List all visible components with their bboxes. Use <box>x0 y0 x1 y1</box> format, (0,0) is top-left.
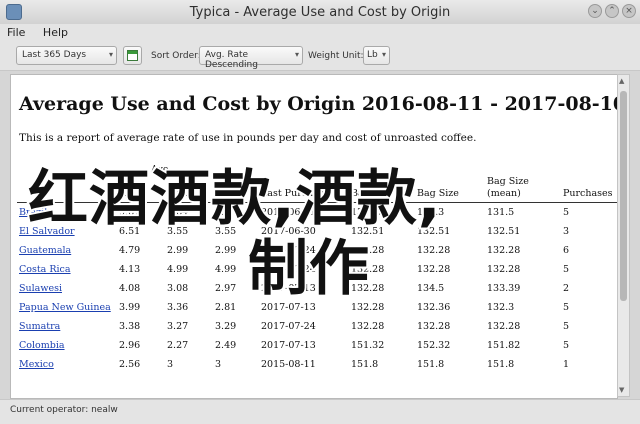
minimize-icon[interactable]: ⌄ <box>588 4 602 18</box>
table-cell: 2.96 <box>119 340 141 351</box>
title-bar: Typica - Average Use and Cost by Origin … <box>0 0 640 25</box>
table-cell: 3.29 <box>215 321 237 332</box>
table-cell: 132.28 <box>417 245 451 256</box>
table-cell: 2015-08-11 <box>261 359 316 370</box>
table-cell: 3.99 <box>119 302 141 313</box>
close-icon[interactable]: × <box>622 4 636 18</box>
table-cell: 2.56 <box>119 359 141 370</box>
column-header: Purchases <box>561 175 617 203</box>
menu-help[interactable]: Help <box>36 24 75 41</box>
table-cell: 5 <box>563 207 570 218</box>
window-title: Typica - Average Use and Cost by Origin <box>189 5 451 20</box>
origin-link[interactable]: Guatemala <box>17 241 117 260</box>
table-cell: 132.28 <box>417 264 451 275</box>
table-cell: 151.8 <box>417 359 445 370</box>
table-cell: 3.36 <box>167 302 189 313</box>
date-range-value: Last 365 Days <box>22 50 87 60</box>
sort-order-value: Avg. Rate Descending <box>205 50 258 70</box>
table-cell: 133.39 <box>487 283 521 294</box>
maximize-icon[interactable]: ⌃ <box>605 4 619 18</box>
table-cell: 131.5 <box>487 207 515 218</box>
scroll-up-icon[interactable]: ▲ <box>619 77 624 85</box>
table-cell: 2.49 <box>215 340 237 351</box>
table-cell: 2.27 <box>167 340 189 351</box>
toolbar: Last 365 Days ▾ Sort Order: Avg. Rate De… <box>0 42 640 71</box>
table-cell: 151.32 <box>351 340 385 351</box>
weight-unit-label: Weight Unit: <box>308 51 364 61</box>
weight-unit-value: Lb <box>367 50 378 60</box>
table-cell: 6 <box>563 245 570 256</box>
table-cell: 2 <box>563 283 570 294</box>
table-cell: 4.08 <box>119 283 141 294</box>
table-cell: 132.28 <box>487 245 521 256</box>
table-cell: 4.99 <box>167 264 189 275</box>
weight-unit-select[interactable]: Lb ▾ <box>363 46 390 65</box>
sort-order-label: Sort Order: <box>151 51 201 61</box>
menu-bar: File Help <box>0 24 640 42</box>
table-cell: 151.8 <box>487 359 515 370</box>
origin-link[interactable]: Sulawesi <box>17 279 117 298</box>
scroll-down-icon[interactable]: ▼ <box>619 386 624 394</box>
status-bar: Current operator: nealw <box>0 399 640 424</box>
chevron-down-icon: ▾ <box>294 50 299 59</box>
table-cell: 132.28 <box>487 321 521 332</box>
table-cell: 3 <box>167 359 174 370</box>
origin-link[interactable]: Costa Rica <box>17 260 117 279</box>
table-cell: 132.28 <box>487 264 521 275</box>
table-row: Mexico 2.56 3 3 2015-08-11 151.8 151.8 151.8 1 <box>17 355 617 374</box>
table-cell: 5 <box>563 340 570 351</box>
menu-file[interactable]: File <box>0 24 32 41</box>
report-description: This is a report of average rate of use … <box>19 132 477 144</box>
date-range-select[interactable]: Last 365 Days ▾ <box>16 46 117 65</box>
column-header: Bag Size (mean) <box>485 175 561 203</box>
table-cell: 2017-07-24 <box>261 321 316 332</box>
table-cell: 132.51 <box>487 226 521 237</box>
origin-link[interactable]: Papua New Guinea <box>17 298 117 317</box>
table-cell: 2.99 <box>167 245 189 256</box>
table-cell: 3 <box>563 226 570 237</box>
table-row: Colombia 2.96 2.27 2.49 2017-07-13 151.32 152.… <box>17 336 617 355</box>
table-cell: 152.32 <box>417 340 451 351</box>
table-cell: 5 <box>563 321 570 332</box>
table-cell: 2017-07-13 <box>261 340 316 351</box>
table-cell: 134.5 <box>417 283 445 294</box>
calendar-icon <box>127 50 138 61</box>
origin-link[interactable]: Colombia <box>17 336 117 355</box>
scrollbar-thumb[interactable] <box>620 91 627 301</box>
watermark-text-line2: 制作 <box>246 232 371 306</box>
origin-link[interactable]: Mexico <box>17 355 117 374</box>
table-cell: 3.38 <box>119 321 141 332</box>
origin-link[interactable]: Sumatra <box>17 317 117 336</box>
table-cell: 151.82 <box>487 340 521 351</box>
table-cell: 5 <box>563 264 570 275</box>
calendar-button[interactable] <box>123 46 142 65</box>
watermark-text-line1: 红酒酒款,酒款, <box>26 162 443 236</box>
table-cell: 3.27 <box>167 321 189 332</box>
table-cell: 3.08 <box>167 283 189 294</box>
table-cell: 132.28 <box>417 321 451 332</box>
chevron-down-icon: ▾ <box>108 50 113 59</box>
table-cell: 4.79 <box>119 245 141 256</box>
sort-order-select[interactable]: Avg. Rate Descending ▾ <box>199 46 303 70</box>
table-cell: 132.36 <box>417 302 451 313</box>
table-cell: 5 <box>563 302 570 313</box>
status-text: Current operator: nealw <box>10 405 118 415</box>
table-cell: 3 <box>215 359 222 370</box>
table-row: Sumatra 3.38 3.27 3.29 2017-07-24 132.28 132.2… <box>17 317 617 336</box>
table-cell: 4.13 <box>119 264 141 275</box>
table-cell: 132.3 <box>487 302 515 313</box>
table-cell: 151.8 <box>351 359 379 370</box>
table-cell: 1 <box>563 359 570 370</box>
vertical-scrollbar[interactable]: ▲ ▼ <box>617 74 630 397</box>
report-title: Average Use and Cost by Origin 2016-08-1… <box>19 93 618 115</box>
table-cell: 132.28 <box>351 321 385 332</box>
chevron-down-icon: ▾ <box>381 50 386 59</box>
